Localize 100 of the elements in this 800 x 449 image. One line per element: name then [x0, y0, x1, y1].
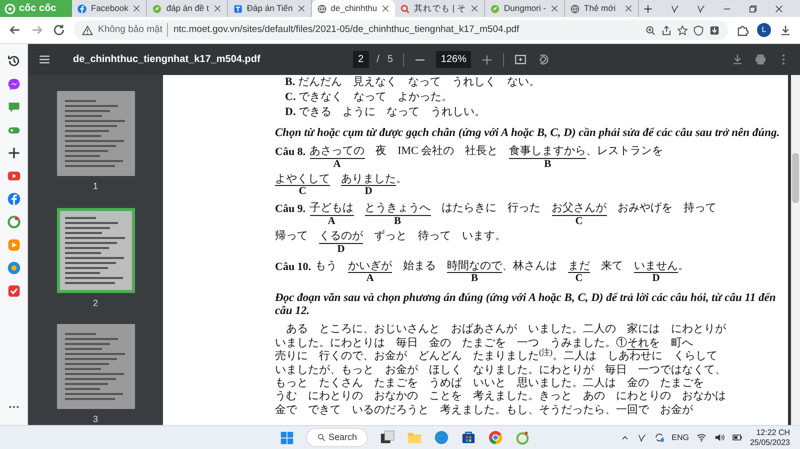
fit-page-icon[interactable] [514, 53, 528, 66]
underlined-phrase: それ [627, 336, 649, 350]
underlined-phrase: お父さんが [552, 202, 607, 216]
sentence-text: はたらきに 行った [440, 202, 542, 215]
option-letter: A [328, 216, 336, 228]
windows-start-icon[interactable] [280, 430, 294, 444]
zoom-field[interactable]: 126% [436, 51, 472, 68]
reload-icon[interactable] [52, 23, 66, 37]
ring-icon[interactable] [6, 215, 20, 229]
clock-time[interactable]: 12:22 CH [750, 428, 790, 438]
sync-icon[interactable] [654, 432, 665, 443]
shield-icon[interactable] [693, 24, 704, 36]
close-icon[interactable] [774, 4, 784, 14]
language-indicator[interactable]: ENG [672, 432, 689, 444]
ring-icon[interactable] [515, 430, 530, 445]
task-view-icon[interactable] [380, 430, 396, 445]
globe-icon [570, 4, 580, 14]
instruction-text: Chọn từ hoặc cụm từ được gạch chân (ứng với A hoặc B, C, D) cần phải sửa để các câu sau trở nên đúng. [275, 127, 780, 140]
page-thumbnail[interactable] [56, 208, 134, 292]
plus-icon[interactable] [6, 146, 20, 160]
page-thumbnail[interactable] [56, 91, 134, 176]
sentence-text: うむ にわとりの おなかの ことを 考えました。きっと あの にわとりの おなかは [275, 390, 726, 404]
close-icon[interactable] [550, 4, 560, 13]
print-icon[interactable] [754, 53, 767, 66]
chrome-circle-icon[interactable] [488, 430, 504, 445]
page-count: 5 [387, 53, 393, 67]
wifi-icon[interactable] [696, 432, 707, 443]
back-arrow-icon[interactable] [8, 23, 22, 37]
swirl-icon[interactable] [434, 430, 450, 445]
question-number: Câu 10. [275, 260, 312, 275]
option-letter: D [364, 186, 372, 198]
sentence-text: 、レストランを [586, 145, 664, 158]
sentence-text: 売りに 行くので、お金が どんどん たまりました$^{(注)}$。二人は しあわせに くらして [275, 350, 718, 363]
new-tab-button[interactable] [643, 4, 654, 14]
ring-logo-icon [4, 2, 16, 14]
address-field[interactable]: Không bảo mật ntc.moet.gov.vn/sites/default/files/2021-05/de_chinhthuc_tiengnhat_k17_m504.pdf [74, 20, 728, 40]
zoom-in-icon[interactable] [481, 54, 494, 66]
store-bag-icon[interactable] [461, 430, 476, 445]
taskbar-search-field[interactable]: Search [306, 428, 368, 448]
option-letter: A [333, 158, 341, 171]
chat-bubble-icon[interactable] [6, 77, 20, 91]
close-icon[interactable] [381, 4, 390, 13]
circle-icon[interactable] [6, 261, 20, 275]
share-icon[interactable] [661, 24, 672, 36]
puzzle-icon[interactable] [736, 24, 749, 36]
underlined-phrase: 子どもは [310, 202, 354, 216]
close-icon[interactable] [296, 4, 306, 13]
url-text: ntc.moet.gov.vn/sites/default/files/2021-05/de_chinhthuc_tiengnhat_k17_m504.pdf [173, 22, 520, 37]
browser-tab[interactable]: de_chinhthu [312, 0, 396, 17]
close-icon[interactable] [470, 4, 479, 13]
close-icon[interactable] [212, 4, 222, 13]
warning-icon [82, 24, 93, 36]
download-icon[interactable] [731, 53, 744, 66]
option-letter: B. [285, 76, 296, 88]
sentence-text: ある ところに、おじいさんと おばあさんが いました。二人の 家には にわとりが [285, 323, 726, 336]
battery-icon[interactable] [732, 432, 743, 443]
option-letter: D [337, 244, 345, 256]
leaf-icon [490, 4, 500, 14]
clock-date[interactable]: 25/05/2023 [750, 438, 790, 448]
download-icon[interactable] [779, 24, 792, 36]
underlined-phrase: いません [634, 260, 678, 274]
download-icon[interactable] [709, 24, 720, 36]
page-label: 3 [92, 413, 98, 426]
history-icon[interactable] [6, 54, 20, 68]
option-letter: D. [285, 106, 296, 118]
restore-icon[interactable] [748, 4, 758, 14]
option-letter: A [366, 273, 374, 286]
chat-bubble-icon[interactable] [6, 100, 20, 114]
underlined-phrase: あさっての [310, 145, 365, 159]
scrollbar-thumb[interactable] [792, 153, 799, 203]
speaker-icon[interactable] [714, 432, 725, 443]
sentence-text: 来て [600, 260, 624, 272]
letter-t-icon [232, 4, 243, 14]
play-icon[interactable] [6, 169, 20, 183]
page-number-field[interactable]: 2 [353, 51, 369, 68]
zoom-icon[interactable] [645, 24, 656, 36]
page-thumbnail[interactable] [56, 324, 134, 409]
sentence-text: 金で できて いるのだろうと 考えました。もし、そうだったら、一回で お金が [275, 404, 693, 417]
star-icon[interactable] [677, 24, 688, 36]
checkmark-icon[interactable] [6, 284, 20, 298]
sentence-text: もう [315, 260, 338, 272]
underlined-phrase: とうきょうへ [364, 202, 431, 216]
profile-avatar[interactable]: L [757, 23, 771, 37]
rotate-icon[interactable] [537, 53, 550, 66]
sentence-text: もっと たくさん たまごを うめば いいと 思いました。二人は 金の たまごを [275, 377, 704, 390]
option-letter: B [471, 273, 478, 286]
sentence-text: ずっと 待って います。 [373, 230, 506, 243]
close-icon[interactable] [132, 4, 142, 13]
option-letter: C [298, 186, 306, 198]
globe-icon [316, 4, 327, 14]
menu-icon[interactable] [38, 53, 51, 66]
option-letter: D [652, 273, 660, 286]
underlined-phrase: かいぎが [348, 260, 392, 274]
close-icon[interactable] [624, 4, 634, 13]
option-text: できる ように なって うれしい。 [297, 106, 486, 118]
sentence-text: 。 [678, 260, 690, 272]
question-number: Câu 8. [275, 145, 306, 160]
f-logo-icon[interactable] [6, 192, 20, 206]
page-label: 1 [92, 180, 98, 193]
pdf-title: de_chinhthuc_tiengnhat_k17_m504.pdf [73, 53, 262, 67]
